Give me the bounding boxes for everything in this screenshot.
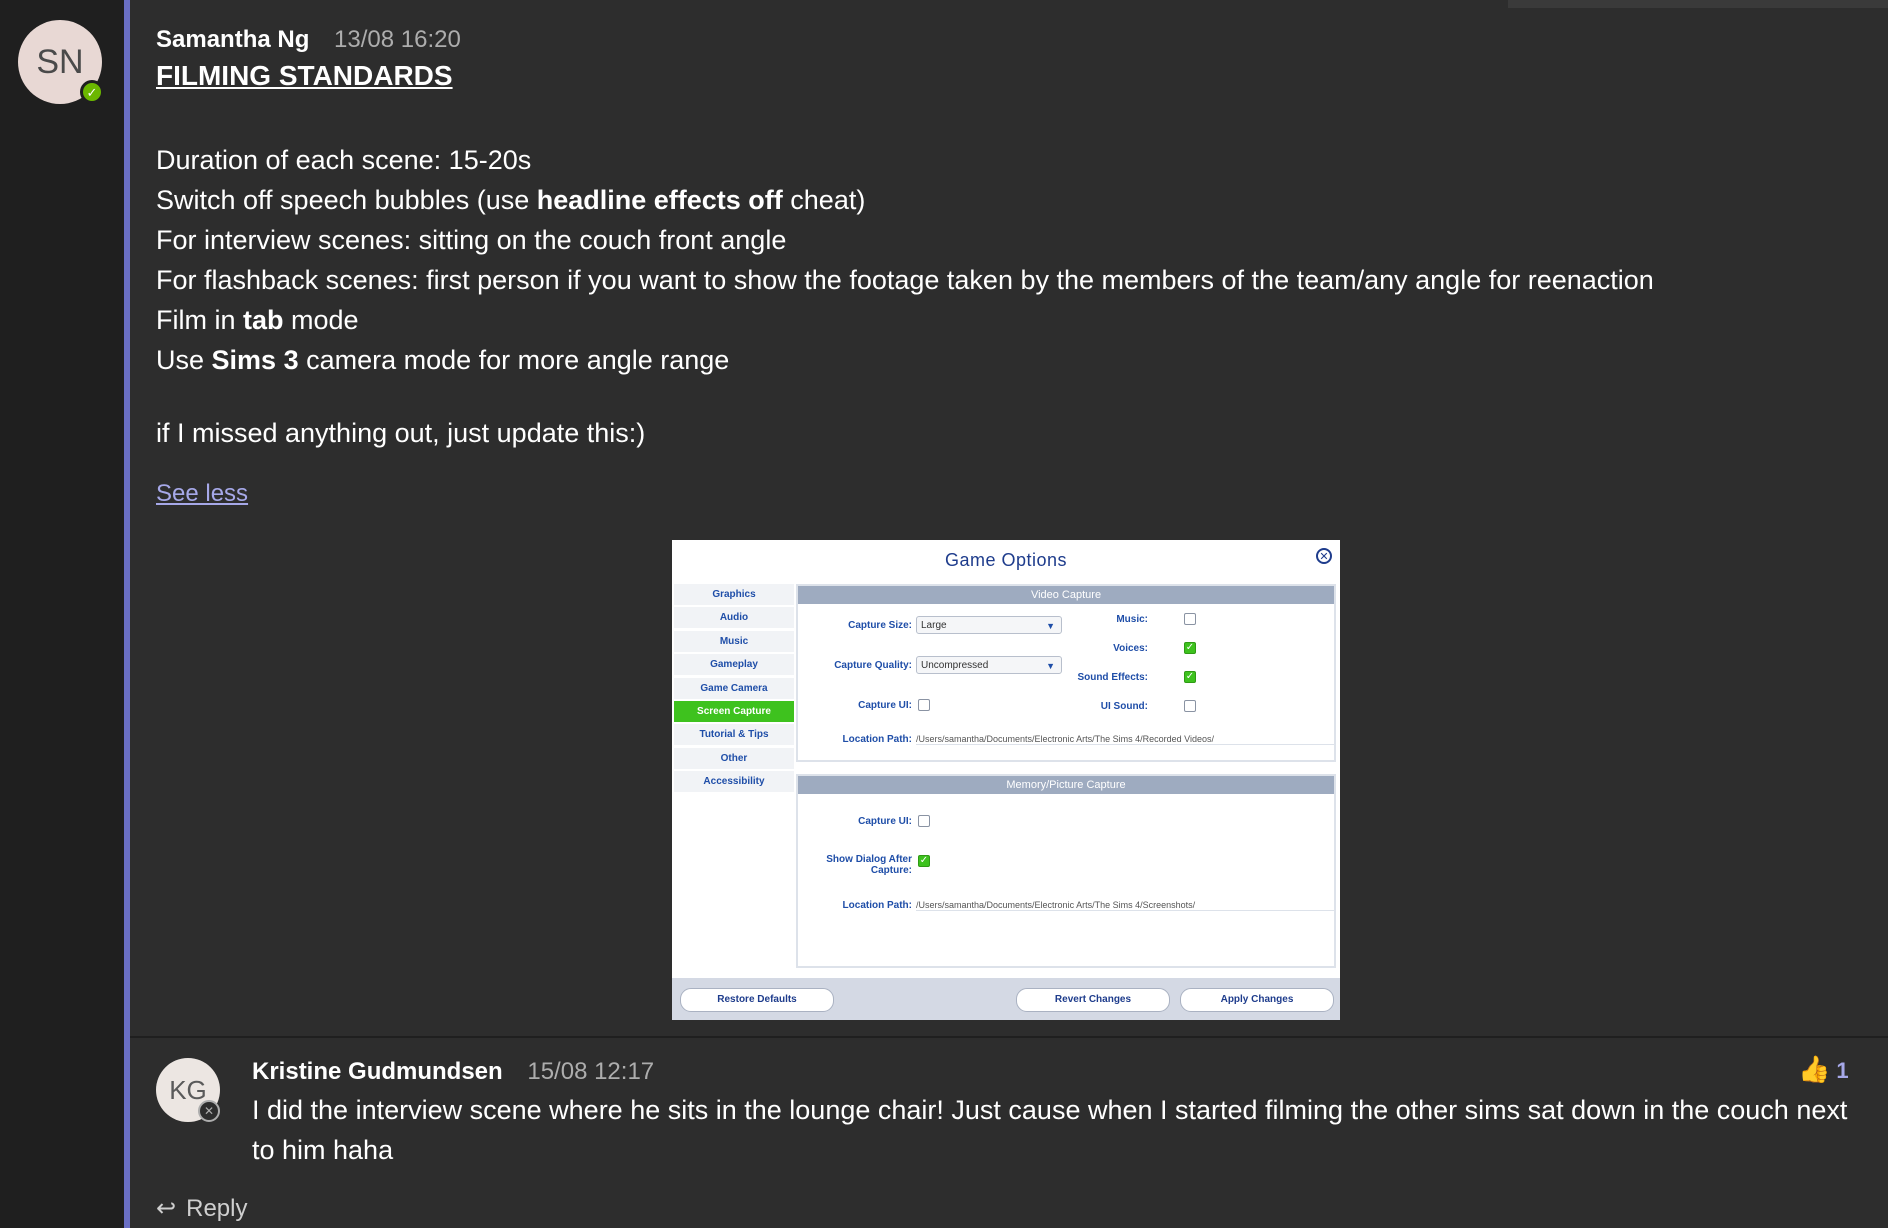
body-line: For flashback scenes: first person if yo… xyxy=(156,265,1654,295)
sound-effects-label: Sound Effects: xyxy=(1077,672,1148,683)
nav-item: Accessibility xyxy=(674,771,794,793)
video-location-label: Location Path: xyxy=(842,734,912,745)
show-dialog-label: Show Dialog After Capture: xyxy=(826,854,912,876)
nav-item: Graphics xyxy=(674,584,794,605)
thumbs-up-icon: 👍 xyxy=(1798,1054,1831,1084)
nav-item: Game Camera xyxy=(674,677,794,699)
nav-item-active: Screen Capture xyxy=(674,700,794,722)
restore-defaults-button: Restore Defaults xyxy=(680,988,834,1012)
post-footnote: if I missed anything out, just update th… xyxy=(156,418,646,448)
see-less-link[interactable]: See less xyxy=(156,480,248,508)
voices-label: Voices: xyxy=(1113,643,1148,654)
memory-capture-ui-checkbox xyxy=(918,815,930,827)
voices-checkbox: ✓ xyxy=(1184,642,1196,654)
reply-button[interactable]: ↩ Reply xyxy=(156,1194,247,1223)
capture-size-label: Capture Size: xyxy=(848,620,912,631)
body-line: Duration of each scene: 15-20s xyxy=(156,145,532,175)
presence-available-icon: ✓ xyxy=(80,80,104,104)
nav-item: Music xyxy=(674,630,794,652)
body-line: For interview scenes: sitting on the cou… xyxy=(156,225,787,255)
memory-location-path: /Users/samantha/Documents/Electronic Art… xyxy=(916,900,1336,911)
post-title: FILMING STANDARDS xyxy=(156,60,453,91)
body-line: Film in tab mode xyxy=(156,305,359,335)
avatar-initials: KG xyxy=(169,1074,207,1105)
body-line: Use Sims 3 camera mode for more angle ra… xyxy=(156,345,730,375)
author-name[interactable]: Samantha Ng xyxy=(156,26,309,53)
reply-arrow-icon: ↩ xyxy=(156,1195,177,1222)
music-checkbox xyxy=(1184,613,1196,625)
body-line: Switch off speech bubbles (use headline … xyxy=(156,185,866,215)
post-header: Samantha Ng 13/08 16:20 xyxy=(156,26,461,54)
music-label: Music: xyxy=(1116,614,1148,625)
timestamp: 13/08 16:20 xyxy=(334,26,461,53)
timestamp: 15/08 12:17 xyxy=(527,1058,655,1085)
capture-quality-label: Capture Quality: xyxy=(834,660,912,671)
author-name[interactable]: Kristine Gudmundsen xyxy=(252,1058,503,1085)
apply-changes-button: Apply Changes xyxy=(1180,988,1334,1012)
video-location-path: /Users/samantha/Documents/Electronic Art… xyxy=(916,734,1336,745)
nav-item: Audio xyxy=(674,607,794,629)
options-nav: Graphics Audio Music Gameplay Game Camer… xyxy=(674,584,794,795)
nav-item: Other xyxy=(674,747,794,769)
revert-changes-button: Revert Changes xyxy=(1016,988,1170,1012)
top-shadow xyxy=(1508,0,1888,8)
nav-item: Tutorial & Tips xyxy=(674,724,794,746)
panel-heading: Memory/Picture Capture xyxy=(798,776,1334,794)
game-options-title: Game Options xyxy=(944,550,1068,570)
avatar-initials: SN xyxy=(36,42,84,81)
show-dialog-checkbox: ✓ xyxy=(918,855,930,867)
memory-location-label: Location Path: xyxy=(842,900,912,911)
reply-header: Kristine Gudmundsen 15/08 12:17 xyxy=(252,1058,654,1086)
nav-item: Gameplay xyxy=(674,654,794,676)
close-icon: ✕ xyxy=(1316,548,1332,564)
divider xyxy=(130,1036,1888,1038)
panel-heading: Video Capture xyxy=(798,586,1334,604)
capture-ui-checkbox xyxy=(918,699,930,711)
video-capture-panel: Video Capture Capture Size: Large ▼ Captu… xyxy=(796,584,1336,762)
ui-sound-label: UI Sound: xyxy=(1100,701,1148,712)
memory-capture-panel: Memory/Picture Capture Capture UI: Show … xyxy=(796,774,1336,968)
sound-effects-checkbox: ✓ xyxy=(1184,671,1196,683)
attached-image[interactable]: Game Options ✕ Graphics Audio Music Game… xyxy=(672,540,1340,1020)
reply-body: I did the interview scene where he sits … xyxy=(252,1095,1848,1165)
capture-ui-label: Capture UI: xyxy=(858,700,912,711)
options-footer: Restore Defaults Revert Changes Apply Ch… xyxy=(672,978,1340,1020)
ui-sound-checkbox xyxy=(1184,700,1196,712)
left-rail xyxy=(0,0,124,1228)
reaction-count: 1 xyxy=(1836,1058,1849,1083)
reaction[interactable]: 👍 1 xyxy=(1798,1054,1849,1085)
reply-label: Reply xyxy=(186,1195,248,1222)
presence-offline-icon: ✕ xyxy=(198,1100,220,1122)
memory-capture-ui-label: Capture UI: xyxy=(858,816,912,827)
post-body: Duration of each scene: 15-20s Switch of… xyxy=(156,140,1654,380)
